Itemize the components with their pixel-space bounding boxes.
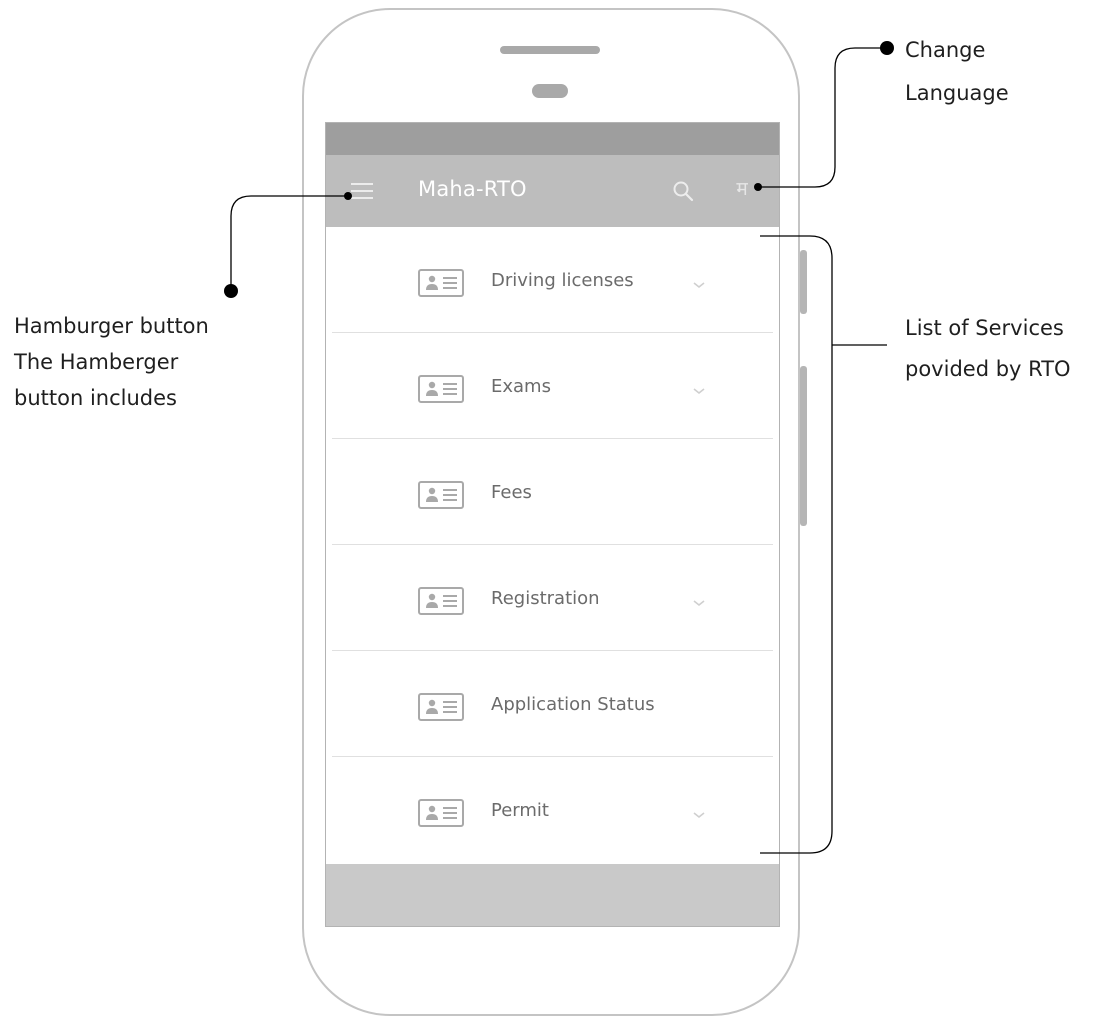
annotation-line: button includes <box>14 386 177 410</box>
id-card-icon <box>418 693 464 721</box>
service-label: Permit <box>491 800 549 821</box>
change-language-annotation: Change Language <box>905 32 1009 112</box>
services-list: Driving licenses Exams Fees Registration App… <box>326 227 779 862</box>
service-label: Fees <box>491 482 532 503</box>
service-label: Driving licenses <box>491 270 634 291</box>
id-card-icon <box>418 481 464 509</box>
app-bar: Maha-RTO म <box>326 155 779 227</box>
id-card-icon <box>418 375 464 403</box>
services-annotation: List of Services povided by RTO <box>905 308 1071 390</box>
annotation-line: Hamburger button <box>14 314 209 338</box>
annotation-line: Change <box>905 38 986 62</box>
app-title: Maha-RTO <box>418 177 527 201</box>
annotation-line: povided by RTO <box>905 357 1071 381</box>
status-bar <box>326 123 779 155</box>
search-icon[interactable] <box>672 180 694 202</box>
service-label: Registration <box>491 588 600 609</box>
annotation-line: Language <box>905 81 1009 105</box>
bottom-bar <box>326 864 779 926</box>
chevron-down-icon[interactable] <box>692 807 706 819</box>
speaker-grille <box>500 46 600 54</box>
service-label: Exams <box>491 376 551 397</box>
hamburger-icon[interactable] <box>351 183 373 199</box>
app-screen: Maha-RTO म Driving licenses Exams Fees Regi… <box>325 122 780 927</box>
chevron-down-icon[interactable] <box>692 383 706 395</box>
service-list-item[interactable]: Exams <box>332 333 773 439</box>
id-card-icon <box>418 799 464 827</box>
volume-down-button <box>800 366 807 526</box>
service-label: Application Status <box>491 694 655 715</box>
hamburger-annotation: Hamburger button The Hamberger button in… <box>14 308 209 416</box>
service-list-item[interactable]: Application Status <box>332 651 773 757</box>
chevron-down-icon[interactable] <box>692 595 706 607</box>
service-list-item[interactable]: Driving licenses <box>332 227 773 333</box>
chevron-down-icon[interactable] <box>692 277 706 289</box>
id-card-icon <box>418 269 464 297</box>
hamburger-callout-dot-end <box>224 284 238 298</box>
front-camera <box>532 84 568 98</box>
language-callout-dot-end <box>880 41 894 55</box>
annotation-line: The Hamberger <box>14 350 179 374</box>
id-card-icon <box>418 587 464 615</box>
service-list-item[interactable]: Fees <box>332 439 773 545</box>
annotation-line: List of Services <box>905 316 1064 340</box>
volume-up-button <box>800 250 807 314</box>
change-language-button[interactable]: म <box>732 177 752 201</box>
service-list-item[interactable]: Registration <box>332 545 773 651</box>
service-list-item[interactable]: Permit <box>332 757 773 862</box>
